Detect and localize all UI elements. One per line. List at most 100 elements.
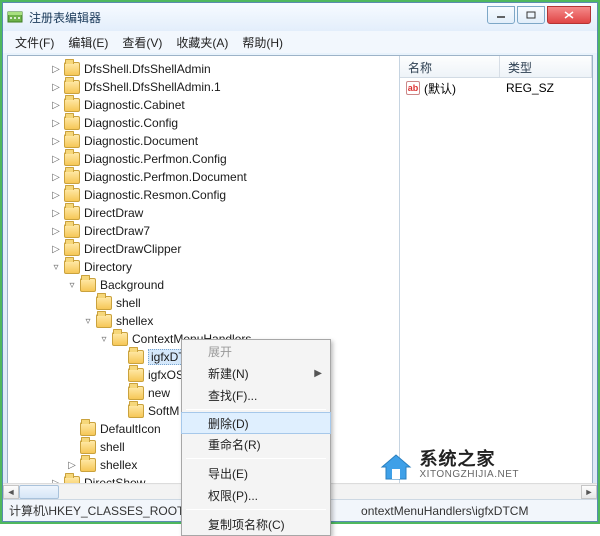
tree-label: SoftM xyxy=(148,404,179,418)
list-header: 名称 类型 xyxy=(400,56,592,78)
folder-icon xyxy=(128,404,144,418)
tree-item[interactable]: ▷ DirectDraw xyxy=(8,204,399,222)
tree-label: DirectDraw7 xyxy=(84,224,150,238)
tree-item[interactable]: ▷DirectDrawClipper xyxy=(8,240,399,258)
scroll-thumb[interactable] xyxy=(19,485,59,499)
folder-icon xyxy=(80,422,96,436)
folder-icon xyxy=(64,188,80,202)
tree-label: DfsShell.DfsShellAdmin.1 xyxy=(84,80,221,94)
tree-label: DirectDraw xyxy=(84,206,143,220)
tree-item[interactable]: ▷ Diagnostic.Perfmon.Config xyxy=(8,150,399,168)
expander-icon[interactable]: ▷ xyxy=(50,99,62,111)
folder-icon xyxy=(64,98,80,112)
maximize-button[interactable] xyxy=(517,6,545,24)
tree-label: shell xyxy=(116,296,141,310)
tree-item[interactable]: ▷ Diagnostic.Config xyxy=(8,114,399,132)
cm-new[interactable]: 新建(N)▶ xyxy=(182,362,330,384)
tree-item[interactable]: ▿ Background xyxy=(8,276,399,294)
folder-icon xyxy=(80,278,96,292)
folder-icon xyxy=(64,80,80,94)
menu-help[interactable]: 帮助(H) xyxy=(236,32,289,53)
value-name: (默认) xyxy=(424,80,506,97)
tree-label: Diagnostic.Document xyxy=(84,134,198,148)
tree-label: shell xyxy=(100,440,125,454)
expander-icon xyxy=(82,297,94,309)
cm-copy-key-name[interactable]: 复制项名称(C) xyxy=(182,513,330,535)
menu-edit[interactable]: 编辑(E) xyxy=(62,32,114,53)
titlebar: 注册表编辑器 xyxy=(3,3,597,31)
expander-icon xyxy=(114,351,126,363)
tree-label: igfxOS xyxy=(148,368,184,382)
expander-icon[interactable]: ▷ xyxy=(50,225,62,237)
close-button[interactable] xyxy=(547,6,591,24)
expander-icon[interactable]: ▷ xyxy=(50,81,62,93)
tree-label: shellex xyxy=(116,314,153,328)
tree-label: Background xyxy=(100,278,164,292)
cm-permissions[interactable]: 权限(P)... xyxy=(182,484,330,506)
expander-icon[interactable]: ▷ xyxy=(50,207,62,219)
expander-icon[interactable]: ▷ xyxy=(50,243,62,255)
folder-icon xyxy=(80,440,96,454)
folder-icon xyxy=(112,332,128,346)
folder-icon xyxy=(64,224,80,238)
cm-expand[interactable]: 展开 xyxy=(182,340,330,362)
expander-icon[interactable]: ▷ xyxy=(50,153,62,165)
tree-item[interactable]: ▷ DirectDraw7 xyxy=(8,222,399,240)
folder-icon xyxy=(128,386,144,400)
cm-rename[interactable]: 重命名(R) xyxy=(182,433,330,455)
cm-new-label: 新建(N) xyxy=(208,365,249,382)
expander-icon[interactable]: ▿ xyxy=(82,315,94,327)
tree-label: DfsShell.DfsShellAdmin xyxy=(84,62,211,76)
scroll-right-icon[interactable]: ► xyxy=(581,485,597,499)
expander-icon[interactable]: ▷ xyxy=(50,189,62,201)
folder-icon xyxy=(128,368,144,382)
tree-item[interactable]: ▷ DfsShell.DfsShellAdmin xyxy=(8,60,399,78)
tree-label: Diagnostic.Cabinet xyxy=(84,98,185,112)
tree-item[interactable]: ▷ Diagnostic.Cabinet xyxy=(8,96,399,114)
expander-icon[interactable]: ▷ xyxy=(50,135,62,147)
expander-icon[interactable]: ▷ xyxy=(50,63,62,75)
menu-view[interactable]: 查看(V) xyxy=(116,32,168,53)
expander-icon[interactable]: ▷ xyxy=(50,117,62,129)
status-path-right: ontextMenuHandlers\igfxDTCM xyxy=(361,504,528,518)
expander-icon[interactable]: ▷ xyxy=(50,171,62,183)
string-value-icon: ab xyxy=(406,81,420,95)
folder-icon xyxy=(96,296,112,310)
expander-icon[interactable]: ▿ xyxy=(98,333,110,345)
expander-icon xyxy=(66,423,78,435)
cm-separator xyxy=(186,458,326,459)
expander-icon[interactable]: ▷ xyxy=(66,459,78,471)
expander-icon[interactable]: ▿ xyxy=(50,261,62,273)
cm-find[interactable]: 查找(F)... xyxy=(182,384,330,406)
folder-icon xyxy=(80,458,96,472)
menu-fav[interactable]: 收藏夹(A) xyxy=(170,32,234,53)
tree-item[interactable]: ▷Diagnostic.Perfmon.Document xyxy=(8,168,399,186)
expander-icon xyxy=(66,441,78,453)
col-name[interactable]: 名称 xyxy=(400,56,500,77)
cm-export[interactable]: 导出(E) xyxy=(182,462,330,484)
table-row[interactable]: ab (默认) REG_SZ xyxy=(400,78,592,98)
tree-item[interactable]: ▷ Diagnostic.Document xyxy=(8,132,399,150)
expander-icon xyxy=(114,405,126,417)
window-buttons xyxy=(487,6,591,24)
tree-item[interactable]: ▷ DfsShell.DfsShellAdmin.1 xyxy=(8,78,399,96)
menu-file[interactable]: 文件(F) xyxy=(9,32,60,53)
cm-delete[interactable]: 删除(D) xyxy=(181,412,331,434)
tree-label: Diagnostic.Perfmon.Config xyxy=(84,152,227,166)
tree-item[interactable]: ▿Directory xyxy=(8,258,399,276)
window-title: 注册表编辑器 xyxy=(29,9,487,26)
tree-label: shellex xyxy=(100,458,137,472)
expander-icon[interactable]: ▿ xyxy=(66,279,78,291)
col-type[interactable]: 类型 xyxy=(500,56,592,77)
folder-icon xyxy=(64,152,80,166)
tree-item[interactable]: shell xyxy=(8,294,399,312)
menubar: 文件(F) 编辑(E) 查看(V) 收藏夹(A) 帮助(H) xyxy=(3,31,597,53)
scroll-left-icon[interactable]: ◄ xyxy=(3,485,19,499)
minimize-button[interactable] xyxy=(487,6,515,24)
context-menu: 展开 新建(N)▶ 查找(F)... 删除(D) 重命名(R) 导出(E) 权限… xyxy=(181,339,331,536)
tree-label: Diagnostic.Config xyxy=(84,116,178,130)
tree-item[interactable]: ▿ shellex xyxy=(8,312,399,330)
tree-label: DefaultIcon xyxy=(100,422,161,436)
tree-item[interactable]: ▷Diagnostic.Resmon.Config xyxy=(8,186,399,204)
status-path-left: 计算机\HKEY_CLASSES_ROOT\Dir xyxy=(9,502,203,519)
